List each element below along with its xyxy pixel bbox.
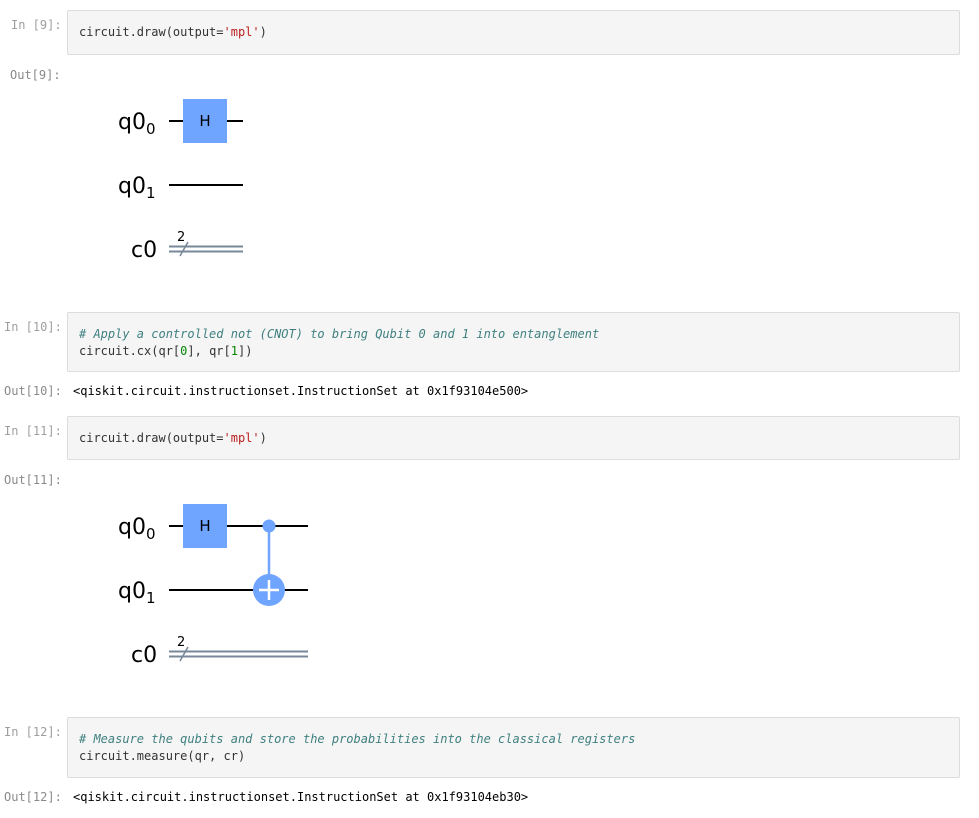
code-cell-12[interactable]: # Measure the qubits and store the proba… [67, 717, 960, 778]
circuit-diagram-2: q00 q01 c0 2 H [118, 504, 308, 668]
classical-bus-width: 2 [177, 230, 185, 245]
code-comment: # Measure the qubits and store the proba… [79, 732, 636, 746]
in-prompt-10: In [10]: [4, 320, 62, 334]
in-prompt-12: In [12]: [4, 725, 62, 739]
h-gate-label: H [199, 112, 210, 130]
code-text: ]) [237, 344, 253, 358]
out-prompt-10: Out[10]: [4, 384, 62, 398]
classical-bus-width: 2 [177, 635, 185, 650]
classical-register-label: c0 [131, 238, 157, 263]
code-cell-10[interactable]: # Apply a controlled not (CNOT) to bring… [67, 312, 960, 372]
out-prompt-12: Out[12]: [4, 790, 62, 804]
code-line: circuit.measure(qr, cr) [79, 749, 246, 763]
cell-output-10: <qiskit.circuit.instructionset.Instructi… [73, 384, 529, 398]
number-literal: 1 [230, 344, 238, 358]
qubit-label-q1: q01 [118, 579, 156, 607]
code-text: circuit.cx(qr[ [79, 344, 181, 358]
qubit-label-q0: q00 [118, 515, 156, 543]
qubit-label-q0: q00 [118, 110, 156, 138]
cell-output-12: <qiskit.circuit.instructionset.Instructi… [73, 790, 529, 804]
classical-register-label: c0 [131, 643, 157, 668]
circuit-diagram-1: q00 q01 c0 2 H [118, 99, 243, 263]
h-gate-label: H [199, 517, 210, 535]
cnot-control-dot [262, 519, 276, 533]
qubit-label-q1: q01 [118, 174, 156, 202]
code-comment: # Apply a controlled not (CNOT) to bring… [79, 327, 600, 341]
code-line: circuit.cx(qr[0], qr[1]) [79, 344, 252, 358]
code-text: ], qr[ [187, 344, 231, 358]
